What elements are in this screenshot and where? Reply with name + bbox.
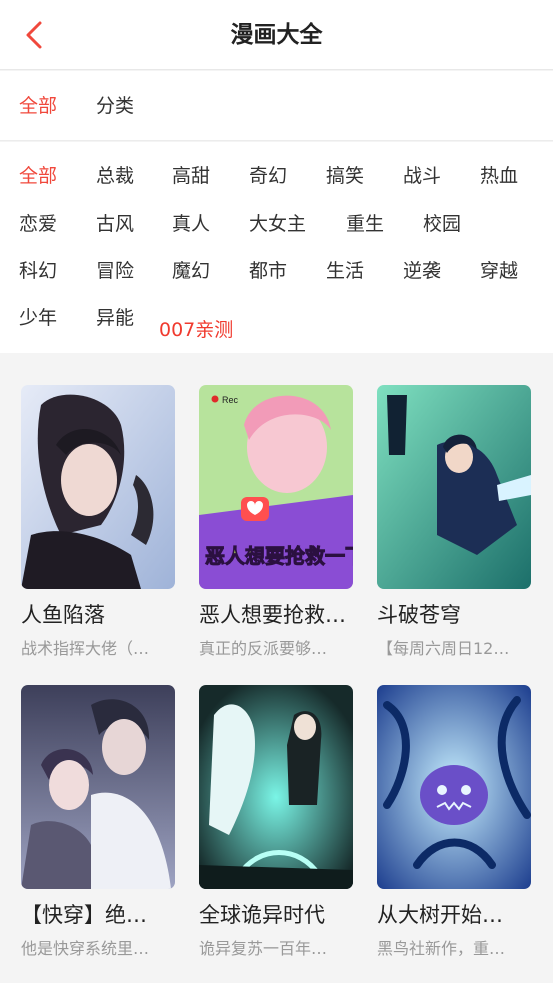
comic-title: 全球诡异时代 — [199, 903, 325, 927]
filter-chip[interactable]: 战斗 — [403, 161, 441, 191]
cover-badge: Rec — [222, 395, 239, 405]
cover-illustration — [199, 685, 353, 889]
comic-title: 从大树开始… — [377, 903, 503, 927]
comic-cover — [21, 685, 175, 889]
comic-title: 【快穿】绝… — [21, 903, 147, 927]
cover-illustration: Rec 恶人想要抢救一下 — [199, 385, 353, 589]
comic-title: 斗破苍穹 — [377, 603, 461, 627]
cover-illustration — [21, 385, 175, 589]
promo-label: 007亲测 — [159, 319, 234, 341]
comic-cover — [377, 385, 531, 589]
comic-description: 诡异复苏一百年… — [199, 939, 328, 958]
comic-card[interactable]: 斗破苍穹 【每周六周日12… — [377, 385, 531, 659]
comic-description: 他是快穿系统里… — [21, 939, 150, 958]
comic-card[interactable]: 【快穿】绝… 他是快穿系统里… — [21, 685, 175, 959]
filter-chip[interactable]: 都市 — [249, 256, 287, 286]
comic-description: 战术指挥大佬（… — [21, 639, 150, 658]
filter-chip[interactable]: 生活 — [326, 256, 364, 286]
filter-chip[interactable]: 大女主 — [249, 209, 306, 239]
tab-bar: 全部 分类 — [0, 71, 553, 141]
comic-card[interactable]: 从大树开始… 黑鸟社新作，重… — [377, 685, 531, 959]
filter-chip[interactable]: 热血 — [480, 161, 518, 191]
comic-card[interactable]: Rec 恶人想要抢救一下 恶人想要抢救… 真正的反派要够… — [199, 385, 353, 659]
filter-chip[interactable]: 穿越 — [480, 256, 518, 286]
comic-cover — [21, 385, 175, 589]
comic-card[interactable]: 人鱼陷落 战术指挥大佬（… — [21, 385, 175, 659]
back-button[interactable] — [14, 15, 54, 55]
cover-illustration — [377, 685, 531, 889]
filter-chip[interactable]: 总裁 — [96, 161, 134, 191]
filter-chip[interactable]: 逆袭 — [403, 256, 441, 286]
top-bar: 漫画大全 — [0, 0, 553, 70]
filter-chip[interactable]: 奇幻 — [249, 161, 287, 191]
filter-chip[interactable]: 搞笑 — [326, 161, 364, 191]
filter-chip[interactable]: 全部 — [19, 161, 57, 191]
comic-title: 恶人想要抢救… — [199, 603, 346, 627]
filter-chip[interactable]: 科幻 — [19, 256, 57, 286]
genre-filter-panel: 全部 总裁 高甜 奇幻 搞笑 战斗 热血 恋爱 古风 真人 大女主 重生 校园 … — [0, 142, 553, 353]
comic-grid: 人鱼陷落 战术指挥大佬（… Rec 恶人想要抢救一下 恶人想要抢救… 真正的反派… — [0, 353, 553, 983]
cover-illustration — [21, 685, 175, 889]
filter-chip[interactable]: 古风 — [96, 209, 134, 239]
filter-chip[interactable]: 异能 — [96, 303, 134, 333]
filter-chip[interactable]: 高甜 — [172, 161, 210, 191]
cover-title-art: 恶人想要抢救一下 — [205, 544, 353, 568]
comic-description: 真正的反派要够… — [199, 639, 328, 658]
page-title: 漫画大全 — [230, 22, 323, 48]
filter-chip[interactable]: 恋爱 — [19, 209, 57, 239]
filter-chip[interactable]: 魔幻 — [172, 256, 210, 286]
filter-chip[interactable]: 真人 — [172, 209, 210, 239]
comic-description: 【每周六周日12… — [377, 639, 510, 658]
comic-cover — [199, 685, 353, 889]
tab-all[interactable]: 全部 — [19, 71, 57, 141]
filter-chip[interactable]: 校园 — [423, 209, 461, 239]
cover-illustration — [377, 385, 531, 589]
filter-chip[interactable]: 重生 — [346, 209, 384, 239]
comic-cover: Rec 恶人想要抢救一下 — [199, 385, 353, 589]
comic-cover — [377, 685, 531, 889]
tab-category[interactable]: 分类 — [96, 71, 134, 141]
filter-chip[interactable]: 少年 — [19, 303, 57, 333]
comic-card[interactable]: 全球诡异时代 诡异复苏一百年… — [199, 685, 353, 959]
filter-chip[interactable]: 冒险 — [96, 256, 134, 286]
chevron-left-icon — [26, 21, 42, 49]
comic-description: 黑鸟社新作，重… — [377, 939, 506, 958]
comic-title: 人鱼陷落 — [21, 603, 105, 627]
